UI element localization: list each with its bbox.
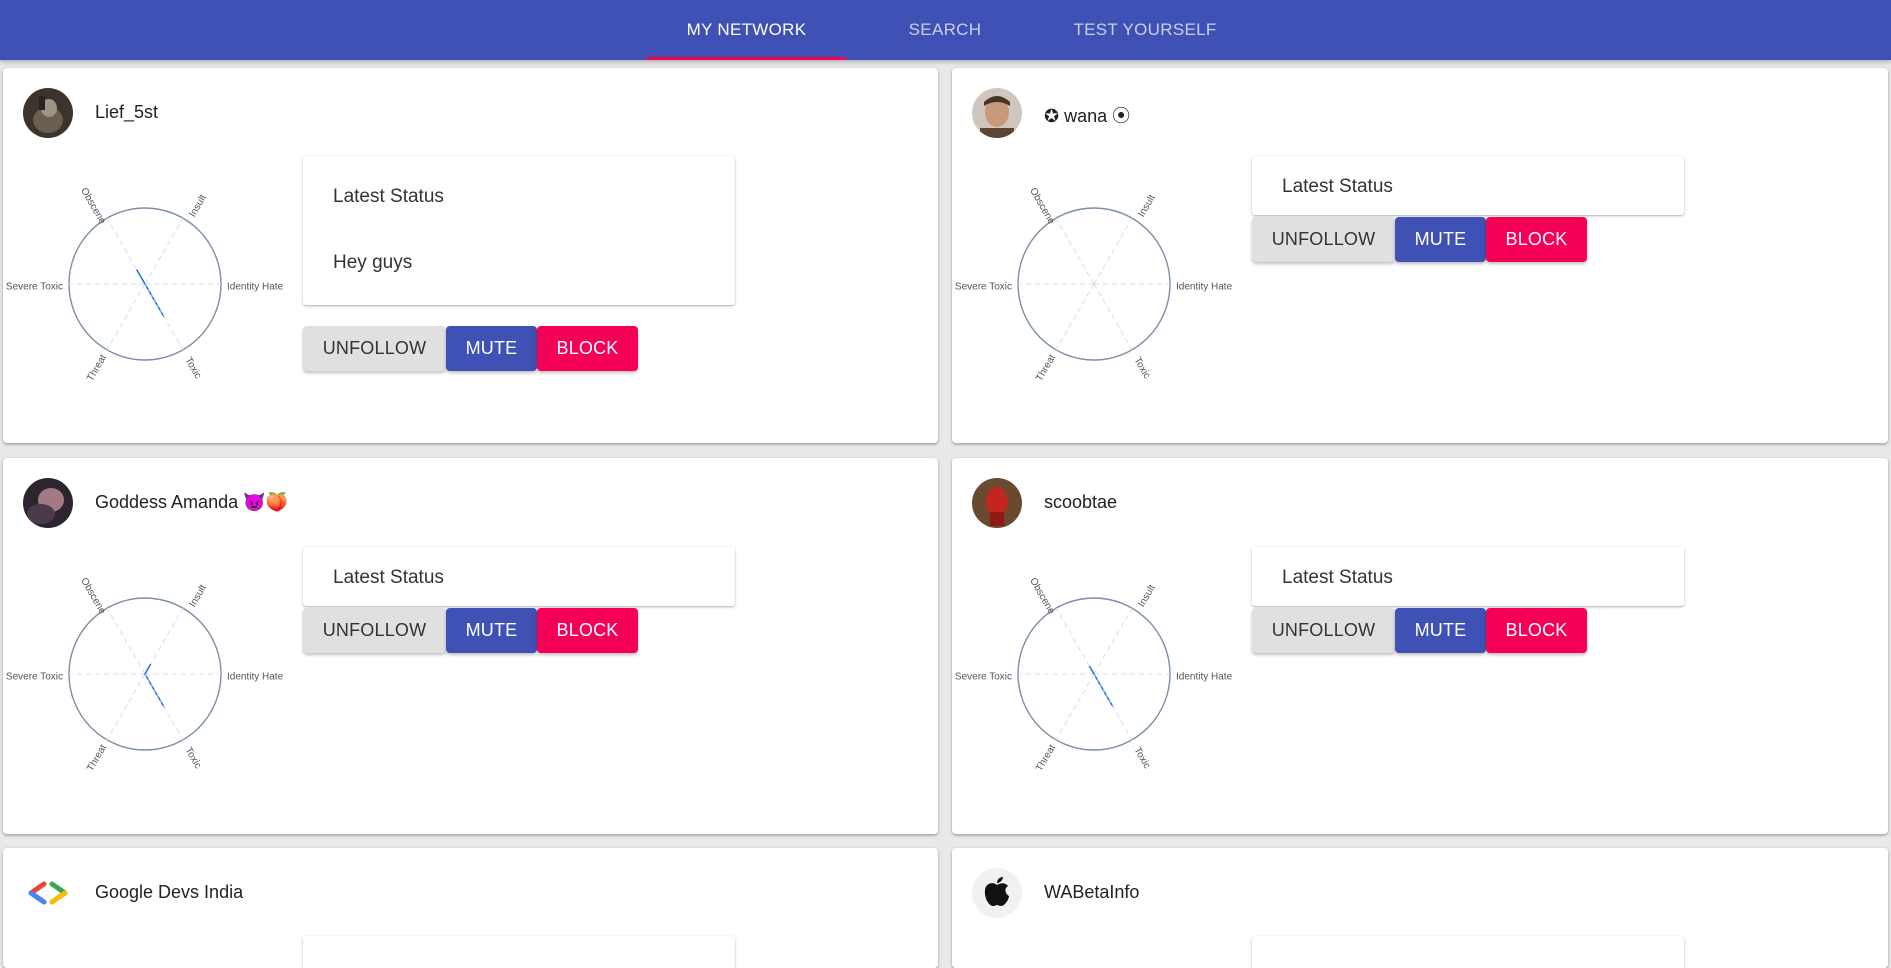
radar-axis-label: Severe Toxic (6, 282, 63, 293)
unfollow-button[interactable]: UNFOLLOW (303, 326, 446, 371)
radar-spoke (106, 283, 146, 351)
active-tab-indicator (647, 57, 846, 60)
toxicity-radar-chart: Insult Identity Hate Toxic Threat Severe Tox… (955, 576, 1233, 774)
user-card: ✪ wana ⦿ Insult Identity Hate Toxic Threat S… (952, 68, 1888, 443)
radar-axis-label: Toxic (182, 355, 203, 380)
radar-axis-label: Identity Hate (1176, 672, 1233, 683)
user-card: WABetaInfo (952, 848, 1888, 968)
status-text: Hey guys (333, 252, 413, 273)
radar-axis-label: Obscene (78, 576, 108, 617)
mute-button[interactable]: MUTE (1395, 217, 1486, 262)
mute-button[interactable]: MUTE (446, 608, 537, 653)
radar-spoke (1055, 283, 1095, 351)
radar-axis-label: Severe Toxic (955, 282, 1012, 293)
radar-spoke (106, 673, 146, 741)
radar-spoke (1055, 673, 1095, 741)
latest-status-panel: Latest Status Hey guys (303, 156, 735, 305)
radar-axis-label: Threat (85, 353, 109, 384)
radar-axis-label: Insult (187, 583, 209, 609)
toxicity-radar-chart: Insult Identity Hate Toxic Threat Severe Tox… (6, 576, 284, 774)
status-title: Latest Status (333, 186, 444, 207)
user-card: Google Devs India (3, 848, 938, 968)
radar-spoke (1093, 283, 1133, 351)
latest-status-panel (303, 936, 735, 968)
username[interactable]: WABetaInfo (1044, 882, 1139, 903)
status-title: Latest Status (1282, 176, 1393, 197)
radar-score-area (144, 663, 165, 708)
radar-axis-label: Obscene (78, 186, 108, 227)
avatar (972, 88, 1022, 138)
latest-status-panel (1252, 936, 1684, 968)
radar-axis-label: Toxic (182, 745, 203, 770)
status-title: Latest Status (1282, 567, 1393, 588)
radar-spoke (1055, 607, 1095, 675)
radar-axis-label: Severe Toxic (955, 672, 1012, 683)
block-button[interactable]: BLOCK (537, 608, 638, 653)
unfollow-button[interactable]: UNFOLLOW (303, 608, 446, 653)
latest-status-panel: Latest Status (1252, 156, 1684, 215)
toxicity-radar-chart: Insult Identity Hate Toxic Threat Severe Tox… (955, 186, 1233, 384)
radar-spoke (1093, 217, 1133, 285)
avatar (23, 478, 73, 528)
tab-search[interactable]: SEARCH (870, 0, 1020, 60)
radar-axis-label: Identity Hate (1176, 282, 1233, 293)
avatar (23, 88, 73, 138)
tab-test-yourself[interactable]: TEST YOURSELF (1040, 0, 1250, 60)
block-button[interactable]: BLOCK (1486, 217, 1587, 262)
block-button[interactable]: BLOCK (1486, 608, 1587, 653)
app-bar: MY NETWORK SEARCH TEST YOURSELF (0, 0, 1891, 60)
user-card: scoobtae Insult Identity Hate Toxic Threat S… (952, 458, 1888, 834)
avatar (972, 478, 1022, 528)
mute-button[interactable]: MUTE (446, 326, 537, 371)
radar-axis-label: Obscene (1027, 576, 1057, 617)
radar-axis-label: Identity Hate (227, 282, 284, 293)
mute-button[interactable]: MUTE (1395, 608, 1486, 653)
unfollow-button[interactable]: UNFOLLOW (1252, 608, 1395, 653)
radar-axis-label: Toxic (1131, 745, 1152, 770)
username[interactable]: ✪ wana ⦿ (1044, 102, 1130, 128)
unfollow-button[interactable]: UNFOLLOW (1252, 217, 1395, 262)
avatar (972, 868, 1022, 918)
radar-axis-label: Threat (1034, 743, 1058, 774)
username[interactable]: scoobtae (1044, 492, 1117, 513)
avatar (23, 868, 73, 918)
radar-spoke (144, 217, 184, 285)
tab-my-network[interactable]: MY NETWORK (647, 0, 846, 60)
radar-axis-label: Severe Toxic (6, 672, 63, 683)
radar-spoke (1093, 607, 1133, 675)
radar-axis-label: Identity Hate (227, 672, 284, 683)
username[interactable]: Lief_5st (95, 102, 158, 123)
radar-axis-label: Insult (1136, 193, 1158, 219)
latest-status-panel: Latest Status (303, 547, 735, 606)
radar-axis-label: Threat (1034, 353, 1058, 384)
radar-score-area (135, 269, 165, 318)
block-button[interactable]: BLOCK (537, 326, 638, 371)
status-title: Latest Status (333, 567, 444, 588)
user-card: Goddess Amanda 😈🍑 Insult Identity Hate Tox… (3, 458, 938, 834)
radar-spoke (1055, 217, 1095, 285)
user-card: Lief_5st Insult Identity Hate Toxic Threat S… (3, 68, 938, 443)
username[interactable]: Google Devs India (95, 882, 243, 903)
radar-axis-label: Threat (85, 743, 109, 774)
radar-axis-label: Toxic (1131, 355, 1152, 380)
username[interactable]: Goddess Amanda 😈🍑 (95, 492, 288, 513)
latest-status-panel: Latest Status (1252, 547, 1684, 606)
radar-spoke (106, 607, 146, 675)
toxicity-radar-chart: Insult Identity Hate Toxic Threat Severe Tox… (6, 186, 284, 384)
radar-axis-label: Insult (187, 193, 209, 219)
radar-axis-label: Obscene (1027, 186, 1057, 227)
radar-axis-label: Insult (1136, 583, 1158, 609)
